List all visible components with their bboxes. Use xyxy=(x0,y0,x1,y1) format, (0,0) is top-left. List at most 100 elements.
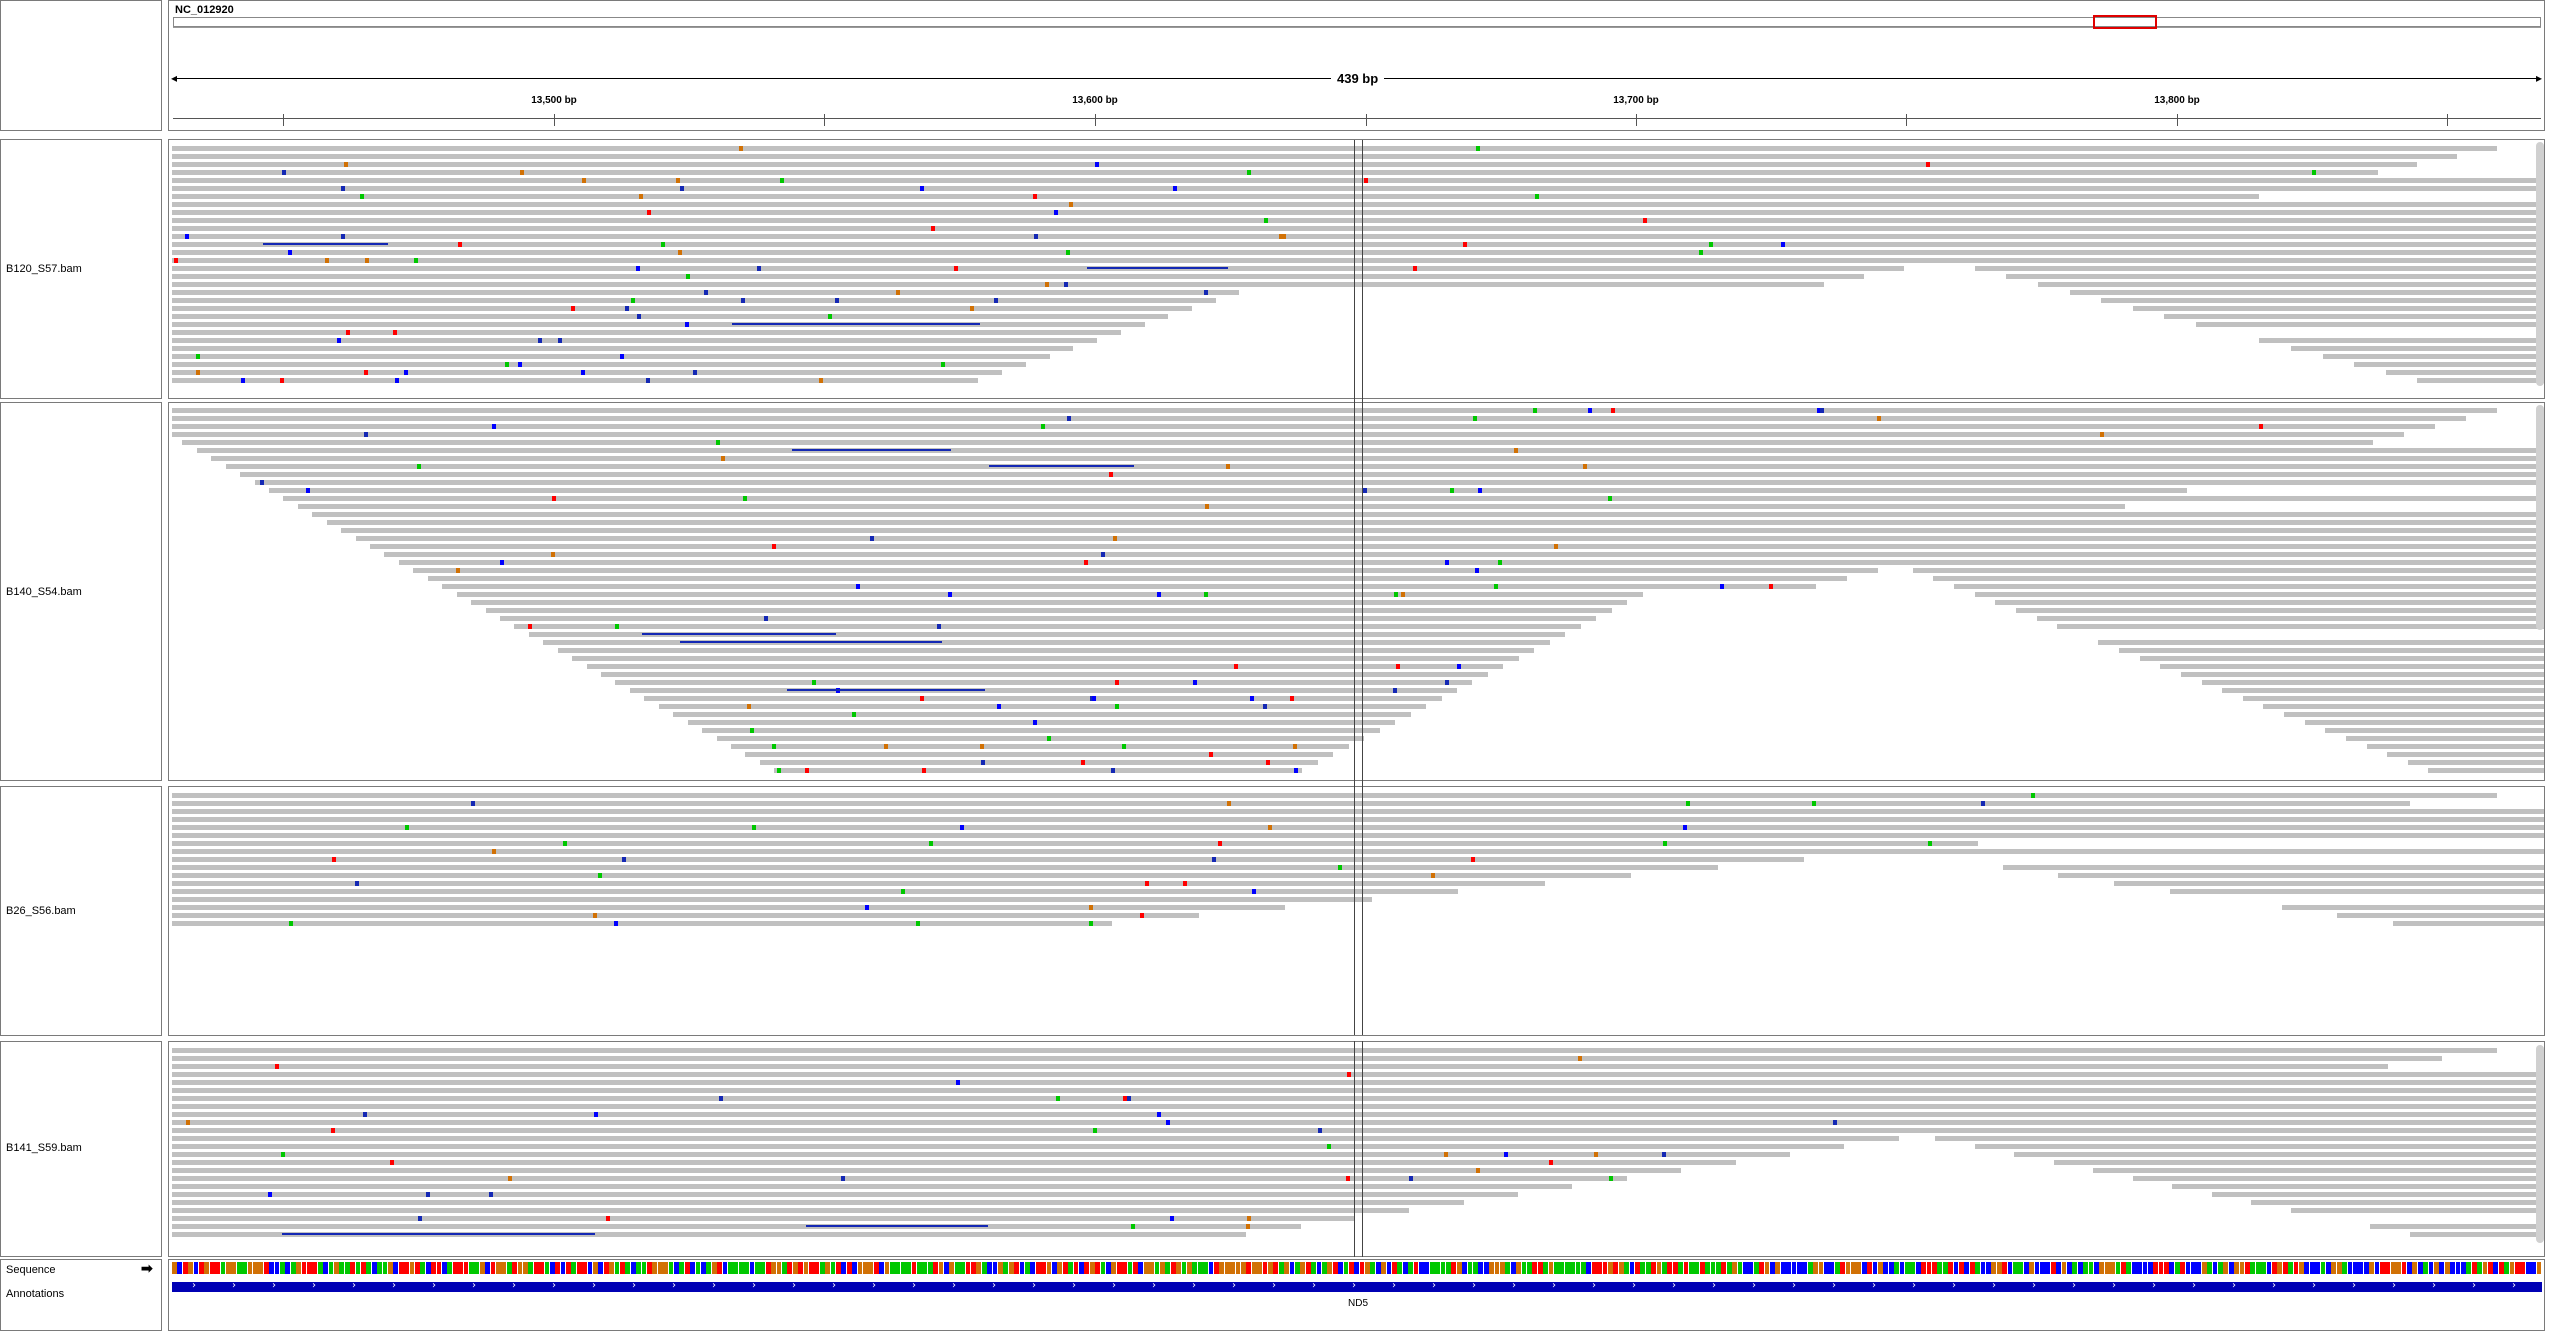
aligned-read[interactable] xyxy=(1974,1144,2544,1149)
aligned-read[interactable] xyxy=(172,242,2023,247)
aligned-read[interactable] xyxy=(172,1160,1736,1165)
aligned-read[interactable] xyxy=(442,584,1816,589)
sequence-track-label[interactable]: Sequence xyxy=(6,1264,56,1276)
aligned-read[interactable] xyxy=(2180,672,2544,677)
aligned-read[interactable] xyxy=(172,282,1825,287)
aligned-read[interactable] xyxy=(2002,865,2544,870)
aligned-read[interactable] xyxy=(2053,1160,2544,1165)
track-name[interactable]: B141_S59.bam xyxy=(6,1142,82,1154)
aligned-read[interactable] xyxy=(572,656,1519,661)
aligned-read[interactable] xyxy=(2251,1200,2544,1205)
aligned-read[interactable] xyxy=(172,1192,1519,1197)
aligned-read[interactable] xyxy=(1848,234,2544,239)
aligned-read[interactable] xyxy=(172,162,2418,167)
aligned-read[interactable] xyxy=(2370,1224,2544,1229)
aligned-read[interactable] xyxy=(172,306,1192,311)
aligned-read[interactable] xyxy=(2354,362,2544,367)
aligned-read[interactable] xyxy=(1697,1088,2544,1093)
aligned-read[interactable] xyxy=(384,552,1940,557)
aligned-read[interactable] xyxy=(172,170,2378,175)
aligned-read[interactable] xyxy=(2325,728,2544,733)
aligned-read[interactable] xyxy=(1618,1072,2544,1077)
aligned-read[interactable] xyxy=(644,696,1442,701)
aligned-read[interactable] xyxy=(2057,624,2544,629)
aligned-read[interactable] xyxy=(2101,298,2544,303)
aligned-read[interactable] xyxy=(172,865,1718,870)
aligned-read[interactable] xyxy=(172,1064,2388,1069)
aligned-read[interactable] xyxy=(1685,480,2544,485)
aligned-read[interactable] xyxy=(172,793,2497,798)
aligned-read[interactable] xyxy=(172,1128,1953,1133)
aligned-read[interactable] xyxy=(456,592,1643,597)
aligned-read[interactable] xyxy=(1779,833,2544,838)
aligned-read[interactable] xyxy=(2284,712,2544,717)
aligned-read[interactable] xyxy=(172,905,1286,910)
track-name-panel[interactable]: B141_S59.bam xyxy=(0,1041,162,1257)
aligned-read[interactable] xyxy=(182,440,2373,445)
aligned-read[interactable] xyxy=(629,688,1457,693)
aligned-read[interactable] xyxy=(172,424,2435,429)
aligned-read[interactable] xyxy=(1721,202,2544,207)
aligned-read[interactable] xyxy=(1737,1096,2544,1101)
aligned-read[interactable] xyxy=(2259,338,2544,343)
aligned-read[interactable] xyxy=(2393,921,2544,926)
track-name-panel[interactable]: B140_S54.bam xyxy=(0,402,162,781)
aligned-read[interactable] xyxy=(2132,306,2544,311)
aligned-read[interactable] xyxy=(1935,1136,2544,1141)
aligned-read[interactable] xyxy=(1830,536,2544,541)
aligned-read[interactable] xyxy=(759,760,1318,765)
aligned-read[interactable] xyxy=(172,921,1113,926)
track-name[interactable]: B26_S56.bam xyxy=(6,905,76,917)
aligned-read[interactable] xyxy=(1667,817,2544,822)
aligned-read[interactable] xyxy=(172,889,1459,894)
aligned-read[interactable] xyxy=(172,1208,1410,1213)
aligned-read[interactable] xyxy=(413,568,1878,573)
aligned-read[interactable] xyxy=(2196,322,2544,327)
read-pileup[interactable] xyxy=(172,408,2544,778)
aligned-read[interactable] xyxy=(2132,1176,2544,1181)
aligned-read[interactable] xyxy=(398,560,1909,565)
aligned-read[interactable] xyxy=(485,608,1612,613)
aligned-read[interactable] xyxy=(2160,664,2544,669)
aligned-read[interactable] xyxy=(2015,608,2544,613)
aligned-read[interactable] xyxy=(1816,226,2544,231)
aligned-read[interactable] xyxy=(2119,648,2544,653)
aligned-read[interactable] xyxy=(172,346,1074,351)
aligned-read[interactable] xyxy=(172,1112,2062,1117)
read-pileup[interactable] xyxy=(172,793,2544,1033)
aligned-read[interactable] xyxy=(2366,744,2544,749)
aligned-read[interactable] xyxy=(1723,825,2544,830)
track-scrollbar[interactable] xyxy=(2536,142,2544,386)
aligned-read[interactable] xyxy=(1954,584,2544,589)
aligned-read[interactable] xyxy=(2170,889,2544,894)
aligned-read[interactable] xyxy=(2201,680,2544,685)
aligned-read[interactable] xyxy=(172,154,2458,159)
aligned-read[interactable] xyxy=(172,432,2404,437)
ideogram-bar[interactable] xyxy=(173,17,2541,27)
aligned-read[interactable] xyxy=(1891,849,2544,854)
aligned-read[interactable] xyxy=(172,338,1098,343)
aligned-read[interactable] xyxy=(1603,448,2544,453)
aligned-read[interactable] xyxy=(172,226,2102,231)
aligned-read[interactable] xyxy=(172,1048,2497,1053)
aligned-read[interactable] xyxy=(514,624,1581,629)
aligned-read[interactable] xyxy=(172,801,2411,806)
aligned-read[interactable] xyxy=(1933,576,2544,581)
aligned-read[interactable] xyxy=(658,704,1427,709)
aligned-read[interactable] xyxy=(1895,1128,2544,1133)
aligned-read[interactable] xyxy=(1809,528,2544,533)
aligned-read[interactable] xyxy=(172,1136,1899,1141)
aligned-read[interactable] xyxy=(1911,250,2544,255)
aligned-read[interactable] xyxy=(172,322,1145,327)
current-region-box[interactable] xyxy=(2093,15,2157,29)
aligned-read[interactable] xyxy=(2164,314,2544,319)
aligned-read[interactable] xyxy=(2222,688,2544,693)
aligned-read[interactable] xyxy=(1943,258,2544,263)
aligned-read[interactable] xyxy=(1856,1120,2544,1125)
aligned-read[interactable] xyxy=(172,194,2260,199)
track-name[interactable]: B140_S54.bam xyxy=(6,586,82,598)
aligned-read[interactable] xyxy=(557,648,1535,653)
aligned-read[interactable] xyxy=(586,664,1504,669)
aligned-read[interactable] xyxy=(1777,1104,2544,1109)
aligned-read[interactable] xyxy=(687,720,1396,725)
